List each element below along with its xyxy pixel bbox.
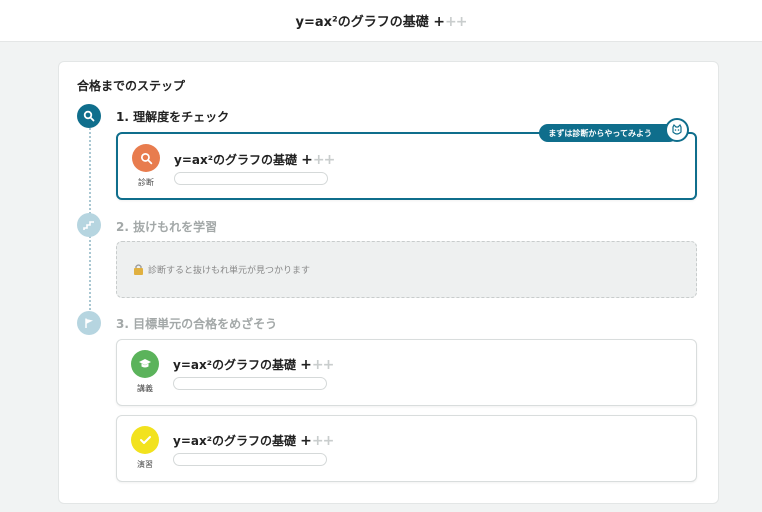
locked-units-box: 診断すると抜けもれ単元が見つかります — [116, 241, 697, 298]
lecture-icon-label: 講義 — [137, 384, 153, 393]
top-bar: y=ax²のグラフの基礎 +++ — [0, 0, 762, 42]
step-1-label: 1. 理解度をチェック — [116, 110, 230, 124]
step-1-search-icon — [77, 104, 101, 128]
exercise-progress-bar — [173, 453, 327, 466]
steps-card: 合格までのステップ 1. 理解度をチェック まずは診断からやってみよう 診断 y… — [58, 61, 719, 504]
step-2-label: 2. 抜けもれを学習 — [116, 220, 218, 234]
page-title: y=ax²のグラフの基礎 +++ — [295, 11, 468, 30]
lecture-unit-card[interactable]: 講義 y=ax²のグラフの基礎 +++ — [116, 339, 697, 406]
locked-message: 診断すると抜けもれ単元が見つかります — [148, 266, 311, 276]
steps-card-title: 合格までのステップ — [77, 79, 186, 93]
lock-icon — [133, 260, 144, 279]
diagnosis-icon-label: 診断 — [138, 178, 154, 187]
exercise-unit-title-text: y=ax²のグラフの基礎 — [173, 434, 296, 448]
exercise-plus-faded: ++ — [311, 433, 334, 449]
diagnosis-unit-card[interactable]: まずは診断からやってみよう 診断 y=ax²のグラフの基礎 +++ — [116, 118, 697, 200]
diagnosis-plus: + — [301, 152, 313, 168]
lecture-progress-bar — [173, 377, 327, 390]
diagnosis-unit-title: y=ax²のグラフの基礎 +++ — [174, 151, 335, 168]
page-title-text: y=ax²のグラフの基礎 — [295, 15, 429, 30]
step-2-stairs-icon — [77, 213, 101, 237]
diagnosis-unit-title-text: y=ax²のグラフの基礎 — [174, 153, 297, 167]
diagnosis-plus-faded: ++ — [312, 152, 335, 168]
diagnosis-progress-bar — [174, 172, 328, 185]
diagnosis-tooltip: まずは診断からやってみよう — [539, 118, 689, 142]
tooltip-text: まずは診断からやってみよう — [548, 128, 652, 138]
difficulty-plus: + — [433, 14, 445, 30]
check-icon — [131, 426, 159, 454]
exercise-unit-title: y=ax²のグラフの基礎 +++ — [173, 432, 334, 449]
graduation-cap-icon — [131, 350, 159, 378]
lecture-plus-faded: ++ — [311, 357, 334, 373]
exercise-icon-label: 演習 — [137, 460, 153, 469]
exercise-unit-card[interactable]: 演習 y=ax²のグラフの基礎 +++ — [116, 415, 697, 482]
difficulty-plus-faded: ++ — [445, 14, 467, 30]
lecture-unit-title: y=ax²のグラフの基礎 +++ — [173, 356, 334, 373]
exercise-plus: + — [300, 433, 312, 449]
lecture-plus: + — [300, 357, 312, 373]
mascot-icon — [665, 118, 689, 142]
step-3-label: 3. 目標単元の合格をめざそう — [116, 317, 278, 331]
lecture-unit-title-text: y=ax²のグラフの基礎 — [173, 358, 296, 372]
step-3-flag-icon — [77, 311, 101, 335]
diagnosis-search-icon — [132, 144, 160, 172]
